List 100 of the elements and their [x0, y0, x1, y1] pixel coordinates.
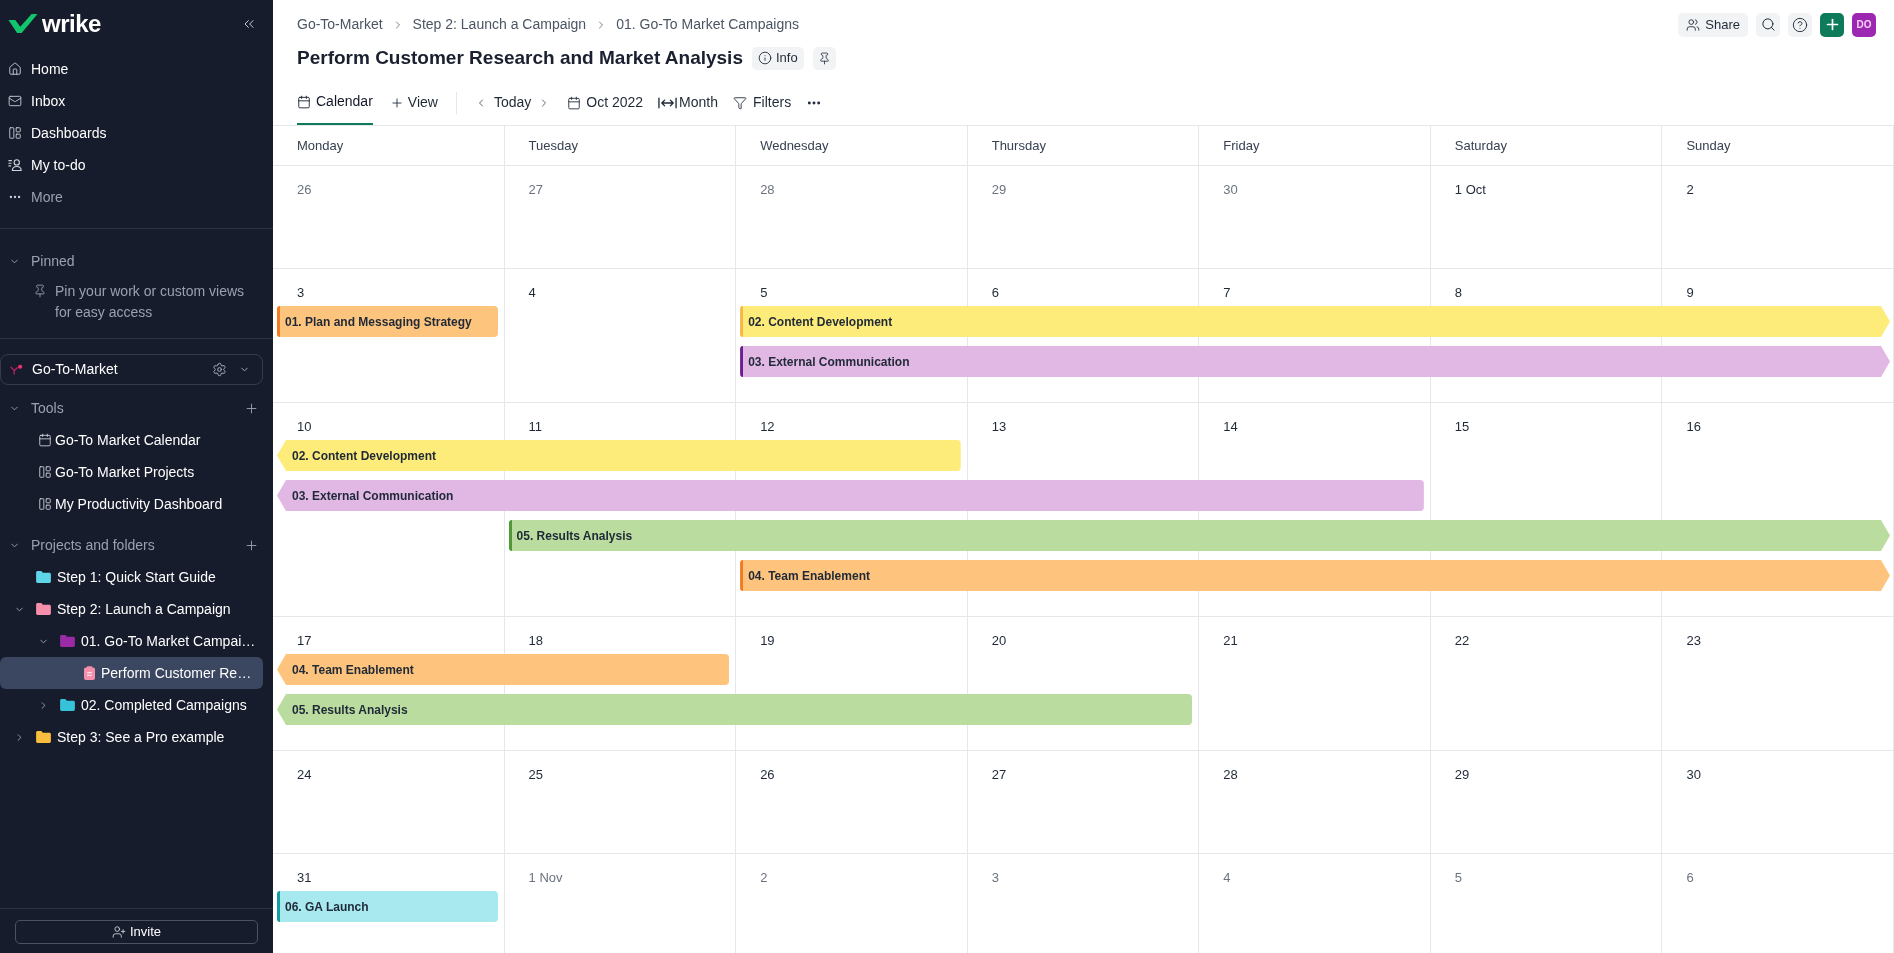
day-number: 10 — [297, 419, 312, 434]
tree-item[interactable]: 01. Go-To Market Campai… — [0, 625, 263, 657]
panels-icon — [8, 126, 22, 140]
weekday-header: Friday — [1223, 136, 1260, 155]
scale-picker[interactable]: Month — [658, 80, 719, 125]
add-button[interactable] — [1820, 12, 1844, 37]
nav-item[interactable]: Inbox — [0, 85, 273, 117]
event-bar[interactable]: 04. Team Enablement — [740, 560, 1890, 591]
day-number: 16 — [1686, 419, 1701, 434]
add-view-button[interactable]: View — [389, 80, 438, 125]
event-bar[interactable]: 05. Results Analysis — [508, 520, 1890, 551]
event-bar[interactable]: 03. External Communication — [277, 480, 1424, 511]
day-number: 23 — [1686, 633, 1701, 648]
logo-wordmark: wrike — [42, 12, 101, 36]
section-toggle[interactable]: Projects and folders — [0, 534, 155, 556]
mail-icon — [8, 94, 22, 108]
logo-check-icon — [8, 14, 38, 34]
day-number: 30 — [1686, 767, 1701, 782]
day-number: 31 — [297, 870, 312, 885]
day-number: 21 — [1223, 633, 1238, 648]
search-button[interactable] — [1756, 12, 1780, 37]
event-bar[interactable]: 04. Team Enablement — [277, 654, 730, 685]
help-button[interactable] — [1788, 12, 1812, 37]
day-number: 11 — [528, 419, 543, 434]
tool-item[interactable]: Go-To Market Projects — [0, 456, 273, 488]
avatar[interactable]: DO — [1852, 12, 1876, 37]
day-number: 3 — [297, 285, 305, 300]
panels-icon — [38, 465, 52, 479]
filter-icon — [733, 95, 748, 110]
invite-button[interactable]: Invite — [15, 920, 258, 944]
breadcrumb-link[interactable]: Go-To-Market — [297, 14, 383, 35]
event-bar[interactable]: 02. Content Development — [277, 440, 961, 471]
day-number: 25 — [528, 767, 544, 782]
day-number: 26 — [760, 767, 775, 782]
tree-item[interactable]: Step 3: See a Pro example — [0, 721, 263, 753]
day-number: 24 — [297, 767, 312, 782]
section-toggle[interactable]: Pinned — [0, 250, 75, 272]
search-icon — [1760, 17, 1776, 32]
day-number: 29 — [991, 182, 1007, 197]
calendar-icon — [567, 95, 582, 110]
day-number: 27 — [528, 182, 544, 197]
day-number: 12 — [760, 419, 775, 434]
weekday-header: Thursday — [991, 136, 1046, 155]
calendar-icon — [38, 433, 52, 447]
share-button[interactable]: Share — [1678, 12, 1748, 37]
breadcrumb-link[interactable]: Step 2: Launch a Campaign — [412, 14, 587, 35]
day-number: 2 — [760, 870, 768, 885]
day-number: 3 — [991, 870, 999, 885]
event-bar[interactable]: 06. GA Launch — [277, 891, 498, 922]
tree-item[interactable]: Step 1: Quick Start Guide — [0, 561, 263, 593]
day-number: 19 — [760, 633, 775, 648]
day-number: 29 — [1454, 767, 1470, 782]
users-icon — [1686, 17, 1701, 32]
nav-item[interactable]: Dashboards — [0, 117, 273, 149]
nav-item[interactable]: Home — [0, 53, 273, 85]
event-bar[interactable]: 01. Plan and Messaging Strategy — [277, 306, 498, 337]
breadcrumb-link[interactable]: 01. Go-To Market Campaigns — [616, 14, 799, 35]
day-number: 7 — [1223, 285, 1231, 300]
event-bar[interactable]: 02. Content Development — [740, 306, 1890, 337]
day-number: 15 — [1454, 419, 1470, 434]
home-icon — [8, 62, 22, 76]
nav-item[interactable]: My to-do — [0, 149, 273, 181]
day-number: 6 — [991, 285, 999, 300]
day-number: 17 — [297, 633, 312, 648]
plus-icon — [389, 95, 404, 110]
event-bar[interactable]: 03. External Communication — [740, 346, 1890, 377]
person-list-icon — [8, 158, 22, 172]
info-button[interactable]: Info — [751, 46, 804, 70]
today-button[interactable]: Today — [493, 92, 532, 113]
pin-button[interactable] — [812, 46, 836, 70]
day-number: 20 — [991, 633, 1007, 648]
panels-icon — [38, 497, 52, 511]
view-tab[interactable]: Calendar — [297, 80, 373, 125]
settings-icon[interactable] — [212, 362, 227, 377]
day-number: 6 — [1686, 870, 1694, 885]
plus-icon[interactable] — [244, 400, 259, 416]
page-title: Perform Customer Research and Market Analysis — [297, 45, 743, 70]
period-picker[interactable]: Oct 2022 — [567, 80, 644, 125]
tree-item[interactable]: Step 2: Launch a Campaign — [0, 593, 263, 625]
plus-icon[interactable] — [244, 537, 259, 553]
day-number: 28 — [1223, 767, 1238, 782]
nav-item[interactable]: More — [0, 181, 273, 213]
event-bar[interactable]: 05. Results Analysis — [277, 694, 1193, 725]
weekday-header: Monday — [297, 136, 344, 155]
day-number: 5 — [760, 285, 768, 300]
pin-hint: Pin your work or custom views for easy access — [55, 282, 246, 322]
space-icon — [10, 364, 23, 375]
space-selector[interactable]: Go-To-Market — [0, 354, 263, 385]
day-number: 4 — [1223, 870, 1231, 885]
day-number: 14 — [1223, 419, 1238, 434]
section-toggle[interactable]: Tools — [0, 397, 64, 419]
tree-item[interactable]: 02. Completed Campaigns — [0, 689, 263, 721]
day-number: 27 — [991, 767, 1007, 782]
day-number: 1 Nov — [528, 870, 563, 885]
tool-item[interactable]: Go-To Market Calendar — [0, 424, 273, 456]
pin-icon — [33, 284, 47, 298]
filters-button[interactable]: Filters — [733, 80, 792, 125]
tool-item[interactable]: My Productivity Dashboard — [0, 488, 273, 520]
tree-item[interactable]: Perform Customer Re… — [0, 657, 263, 689]
day-number: 18 — [528, 633, 544, 648]
